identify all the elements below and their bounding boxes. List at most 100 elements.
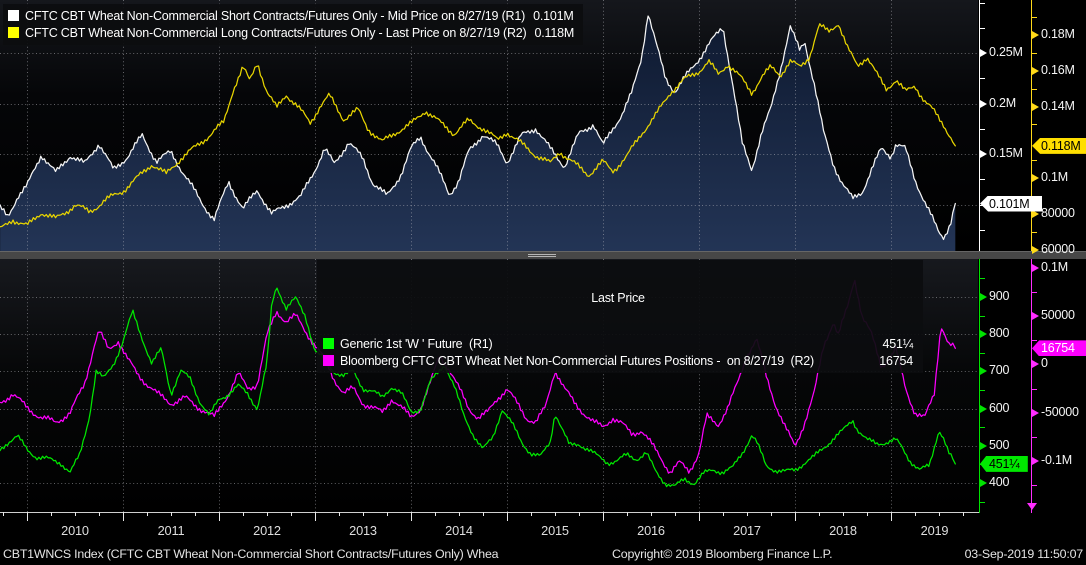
axis-line-r1-panel0 [979, 0, 980, 251]
axis-minor-tick [1032, 485, 1037, 487]
x-year-label: 2019 [920, 523, 949, 538]
axis-tick-label: 50000 [1041, 308, 1075, 323]
x-minor-tick [459, 512, 460, 516]
x-year-label: 2017 [733, 523, 761, 538]
axis-minor-tick [980, 352, 985, 354]
axis-minor-tick [980, 2, 985, 4]
legend-swatch-icon [323, 338, 334, 349]
top-legend-row-0[interactable]: CFTC CBT Wheat Non-Commercial Short Cont… [8, 7, 574, 24]
legend-swatch-icon [8, 10, 19, 21]
axis-tick [1032, 102, 1039, 111]
bottom-legend-row-0[interactable]: Generic 1st 'W ' Future (R1) 451¼ [323, 335, 913, 352]
axis-minor-tick [1032, 231, 1037, 233]
axis-tick [980, 404, 987, 413]
axis-tick [980, 292, 987, 301]
axis-minor-tick [1032, 388, 1037, 390]
x-minor-tick [843, 512, 844, 516]
x-major-tick [27, 512, 28, 521]
x-major-tick [123, 512, 124, 521]
bloomberg-chart-window: CFTC CBT Wheat Non-Commercial Short Cont… [0, 0, 1086, 565]
divider-grip-icon [528, 254, 556, 258]
axis-minor-tick [1032, 52, 1037, 54]
legend-label: CFTC CBT Wheat Non-Commercial Short Cont… [25, 8, 526, 23]
x-minor-tick [771, 512, 772, 516]
axis-tick [980, 99, 987, 108]
axis-tick-label: 0.1M [1041, 170, 1068, 185]
x-minor-tick [531, 512, 532, 516]
bottom-legend-row-1[interactable]: Bloomberg CFTC CBT Wheat Net Non-Commerc… [323, 352, 913, 369]
x-minor-tick [867, 512, 868, 516]
last-price-tag: 0.118M [1032, 137, 1086, 154]
legend-value: 0.118M [534, 25, 575, 40]
axis-minor-tick [980, 78, 985, 80]
timestamp: 03-Sep-2019 11:50:07 [964, 547, 1084, 561]
axis-tick-label: 0.25M [989, 45, 1023, 60]
x-minor-tick [915, 512, 916, 516]
axis-tick [1032, 66, 1039, 75]
axis-tick [1032, 245, 1039, 254]
x-major-tick [603, 512, 604, 521]
legend-swatch-icon [8, 27, 19, 38]
x-year-label: 2018 [829, 523, 857, 538]
axis-tick-label: 500 [989, 437, 1010, 452]
x-minor-tick [363, 512, 364, 516]
axis-tick-label: 800 [989, 326, 1010, 341]
axis-minor-tick [1032, 292, 1037, 294]
axis-tick [1032, 312, 1039, 321]
x-major-tick [219, 512, 220, 521]
x-year-label: 2015 [541, 523, 569, 538]
x-minor-tick [435, 512, 436, 516]
x-minor-tick [627, 512, 628, 516]
last-price-tag: 0.101M [980, 195, 1043, 212]
x-year-label: 2012 [253, 523, 281, 538]
x-minor-tick [147, 512, 148, 516]
axis-tick [1032, 408, 1039, 417]
axis-minor-tick [980, 179, 985, 181]
axis-tick-label: 900 [989, 288, 1010, 303]
axis-line-r2-panel1 [1031, 259, 1032, 513]
axis-tick-label: 0.1M [1041, 259, 1068, 274]
x-minor-tick [723, 512, 724, 516]
index-description: CBT1WNCS Index (CFTC CBT Wheat Non-Comme… [3, 547, 499, 561]
axis-tick-label: 0.14M [1041, 98, 1075, 113]
x-year-label: 2014 [445, 523, 473, 538]
x-minor-tick [747, 512, 748, 516]
axis-minor-tick [980, 501, 985, 503]
axis-tick-label: 0.15M [989, 146, 1023, 161]
axis-tick [980, 478, 987, 487]
x-year-label: 2016 [637, 523, 665, 538]
bottom-legend: Last Price Generic 1st 'W ' Future (R1) 4… [317, 260, 923, 373]
x-major-tick [411, 512, 412, 521]
x-minor-tick [51, 512, 52, 516]
axis-tick-label: 60000 [1041, 241, 1075, 256]
legend-value: 0.101M [533, 8, 574, 23]
x-major-tick [315, 512, 316, 521]
x-major-tick [507, 512, 508, 521]
axis-tick [1032, 263, 1039, 272]
panel-divider[interactable] [0, 251, 1086, 259]
x-minor-tick [387, 512, 388, 516]
axis-tick-label: 700 [989, 363, 1010, 378]
axis-minor-tick [980, 315, 985, 317]
axis-minor-tick [1032, 340, 1037, 342]
x-minor-tick [291, 512, 292, 516]
top-legend-row-1[interactable]: CFTC CBT Wheat Non-Commercial Long Contr… [8, 24, 574, 41]
axis-tick-label: 0 [1041, 356, 1048, 371]
axis-tick-label: 400 [989, 474, 1010, 489]
legend-label: CFTC CBT Wheat Non-Commercial Long Contr… [25, 25, 527, 40]
scroll-down-arrow-icon[interactable] [1027, 503, 1037, 510]
status-bar: CBT1WNCS Index (CFTC CBT Wheat Non-Comme… [0, 545, 1086, 565]
axis-tick-label: 600 [989, 400, 1010, 415]
axis-tick-label: 0.2M [989, 95, 1016, 110]
bottom-legend-title: Last Price [591, 291, 645, 305]
x-minor-tick [171, 512, 172, 516]
axis-minor-tick [980, 229, 985, 231]
x-minor-tick [339, 512, 340, 516]
x-major-tick [795, 512, 796, 521]
x-minor-tick [267, 512, 268, 516]
top-legend: CFTC CBT Wheat Non-Commercial Short Cont… [3, 4, 584, 45]
legend-swatch-icon [323, 355, 334, 366]
axis-minor-tick [1032, 160, 1037, 162]
x-minor-tick [3, 512, 4, 516]
legend-value: 16754 [879, 353, 913, 368]
